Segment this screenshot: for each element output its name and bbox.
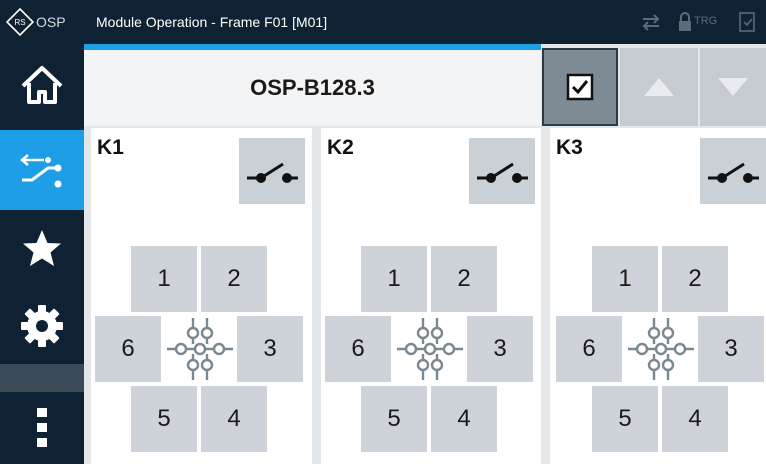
lock-icon xyxy=(679,12,691,31)
relay-name: K1 xyxy=(97,136,124,159)
port-6[interactable]: 6 xyxy=(95,316,161,382)
module-name: OSP-B128.3 xyxy=(84,50,541,126)
relay-panel-k3[interactable]: K3 1 2 6 3 5 4 xyxy=(550,128,766,464)
star-icon xyxy=(23,230,61,266)
open-switch-icon xyxy=(247,162,298,183)
port-5[interactable]: 5 xyxy=(361,386,427,452)
port-4[interactable]: 4 xyxy=(431,386,497,452)
open-switch-icon xyxy=(708,162,759,183)
switch-state-button[interactable] xyxy=(469,138,535,204)
relay-name: K3 xyxy=(556,136,583,159)
port-2[interactable]: 2 xyxy=(662,246,728,312)
nav-switch-button[interactable] xyxy=(0,130,84,210)
checkbox-icon xyxy=(566,73,594,101)
home-icon xyxy=(21,66,63,104)
port-3[interactable]: 3 xyxy=(467,316,533,382)
rohde-schwarz-logo-icon: RS xyxy=(6,8,34,36)
relay-panel-k2[interactable]: K2 1 2 6 3 5 4 xyxy=(321,128,541,464)
relay-name: K2 xyxy=(327,136,354,159)
port-1[interactable]: 1 xyxy=(131,246,197,312)
nav-settings-button[interactable] xyxy=(0,288,84,364)
trigger-label: TRG xyxy=(694,15,718,27)
port-3[interactable]: 3 xyxy=(698,316,764,382)
port-2[interactable]: 2 xyxy=(201,246,267,312)
triangle-up-icon xyxy=(644,78,674,96)
triangle-down-icon xyxy=(718,78,748,96)
open-switch-icon xyxy=(477,162,528,183)
gear-icon xyxy=(21,305,63,347)
app-short-name: OSP xyxy=(36,14,66,30)
svg-text:RS: RS xyxy=(14,18,25,27)
port-6[interactable]: 6 xyxy=(325,316,391,382)
relay-panel-k1[interactable]: K1 1 2 6 3 5 4 xyxy=(91,128,312,464)
port-6[interactable]: 6 xyxy=(556,316,622,382)
port-1[interactable]: 1 xyxy=(592,246,658,312)
clipboard-check-icon[interactable] xyxy=(736,10,766,34)
vertical-dots-icon xyxy=(37,408,47,447)
port-3[interactable]: 3 xyxy=(237,316,303,382)
select-check-button[interactable] xyxy=(542,48,618,126)
nav-home-button[interactable] xyxy=(0,44,84,126)
port-5[interactable]: 5 xyxy=(592,386,658,452)
port-4[interactable]: 4 xyxy=(662,386,728,452)
port-1[interactable]: 1 xyxy=(361,246,427,312)
side-nav xyxy=(0,44,84,464)
switch-state-button[interactable] xyxy=(239,138,305,204)
port-2[interactable]: 2 xyxy=(431,246,497,312)
port-5[interactable]: 5 xyxy=(131,386,197,452)
port-4[interactable]: 4 xyxy=(201,386,267,452)
switch-state-button[interactable] xyxy=(700,138,766,204)
switch-icon xyxy=(20,154,62,188)
nav-spacer xyxy=(0,364,84,392)
nav-more-button[interactable] xyxy=(0,392,84,464)
scroll-down-button[interactable] xyxy=(700,48,766,126)
nav-favorites-button[interactable] xyxy=(0,210,84,288)
window-title: Module Operation - Frame F01 [M01] xyxy=(96,14,328,30)
transfer-arrows-icon xyxy=(642,14,660,31)
relay-hub-icon xyxy=(628,318,694,380)
relay-hub-icon xyxy=(167,318,233,380)
relay-hub-icon xyxy=(397,318,463,380)
title-bar: RS OSP Module Operation - Frame F01 [M01… xyxy=(0,0,766,44)
scroll-up-button[interactable] xyxy=(620,48,698,126)
